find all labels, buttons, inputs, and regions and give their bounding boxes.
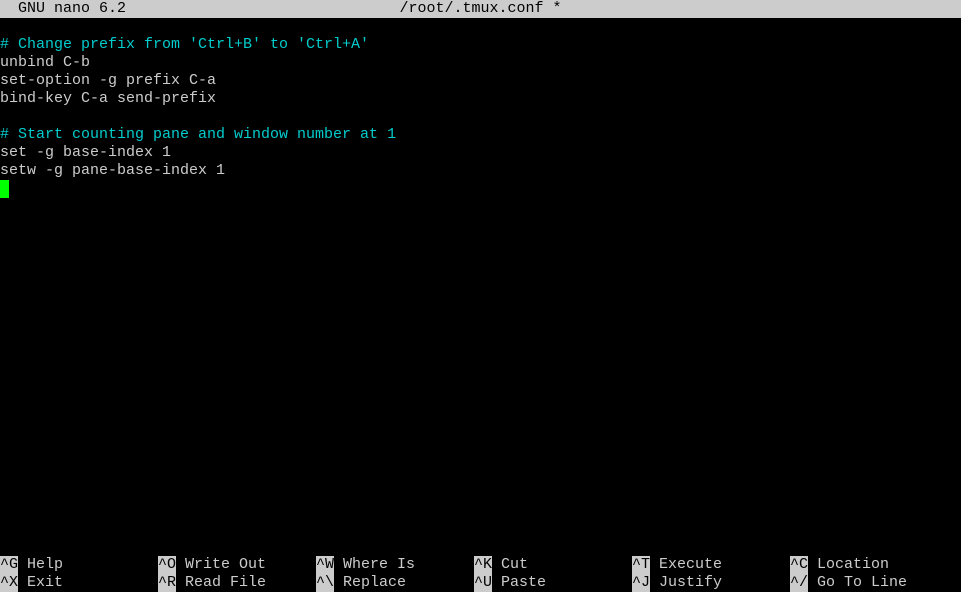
help-item-justify[interactable]: ^J Justify: [632, 574, 790, 592]
help-key: ^X: [0, 574, 18, 592]
help-label: Write Out: [176, 556, 266, 574]
help-label: Help: [18, 556, 63, 574]
help-label: Where Is: [334, 556, 415, 574]
help-item-exit[interactable]: ^X Exit: [0, 574, 158, 592]
help-item-replace[interactable]: ^\ Replace: [316, 574, 474, 592]
help-key: ^K: [474, 556, 492, 574]
cursor: [0, 180, 9, 198]
help-label: Cut: [492, 556, 528, 574]
help-label: Go To Line: [808, 574, 907, 592]
help-key: ^W: [316, 556, 334, 574]
help-item-location[interactable]: ^C Location: [790, 556, 948, 574]
help-key: ^\: [316, 574, 334, 592]
help-item-cut[interactable]: ^K Cut: [474, 556, 632, 574]
app-name: GNU nano 6.2: [18, 0, 126, 18]
help-bar: ^G Help ^O Write Out ^W Where Is ^K Cut …: [0, 556, 961, 592]
help-key: ^U: [474, 574, 492, 592]
help-item-execute[interactable]: ^T Execute: [632, 556, 790, 574]
help-key: ^C: [790, 556, 808, 574]
help-item-help[interactable]: ^G Help: [0, 556, 158, 574]
help-label: Paste: [492, 574, 546, 592]
help-key: ^R: [158, 574, 176, 592]
content-line: # Start counting pane and window number …: [0, 126, 396, 143]
help-key: ^T: [632, 556, 650, 574]
help-item-gotoline[interactable]: ^/ Go To Line: [790, 574, 948, 592]
help-item-writeout[interactable]: ^O Write Out: [158, 556, 316, 574]
content-line: set-option -g prefix C-a: [0, 72, 216, 89]
help-label: Replace: [334, 574, 406, 592]
content-line: bind-key C-a send-prefix: [0, 90, 216, 107]
help-item-readfile[interactable]: ^R Read File: [158, 574, 316, 592]
help-label: Exit: [18, 574, 63, 592]
help-label: Execute: [650, 556, 722, 574]
filename: /root/.tmux.conf *: [399, 0, 561, 18]
help-row-1: ^G Help ^O Write Out ^W Where Is ^K Cut …: [0, 556, 961, 574]
editor-content[interactable]: # Change prefix from 'Ctrl+B' to 'Ctrl+A…: [0, 18, 961, 198]
help-key: ^J: [632, 574, 650, 592]
help-item-paste[interactable]: ^U Paste: [474, 574, 632, 592]
content-line: set -g base-index 1: [0, 144, 171, 161]
help-item-whereis[interactable]: ^W Where Is: [316, 556, 474, 574]
content-line: setw -g pane-base-index 1: [0, 162, 225, 179]
help-key: ^G: [0, 556, 18, 574]
help-key: ^/: [790, 574, 808, 592]
help-label: Read File: [176, 574, 266, 592]
titlebar: GNU nano 6.2 /root/.tmux.conf *: [0, 0, 961, 18]
content-line: unbind C-b: [0, 54, 90, 71]
help-row-2: ^X Exit ^R Read File ^\ Replace ^U Paste…: [0, 574, 961, 592]
help-label: Justify: [650, 574, 722, 592]
content-line: # Change prefix from 'Ctrl+B' to 'Ctrl+A…: [0, 36, 369, 53]
help-key: ^O: [158, 556, 176, 574]
help-label: Location: [808, 556, 889, 574]
